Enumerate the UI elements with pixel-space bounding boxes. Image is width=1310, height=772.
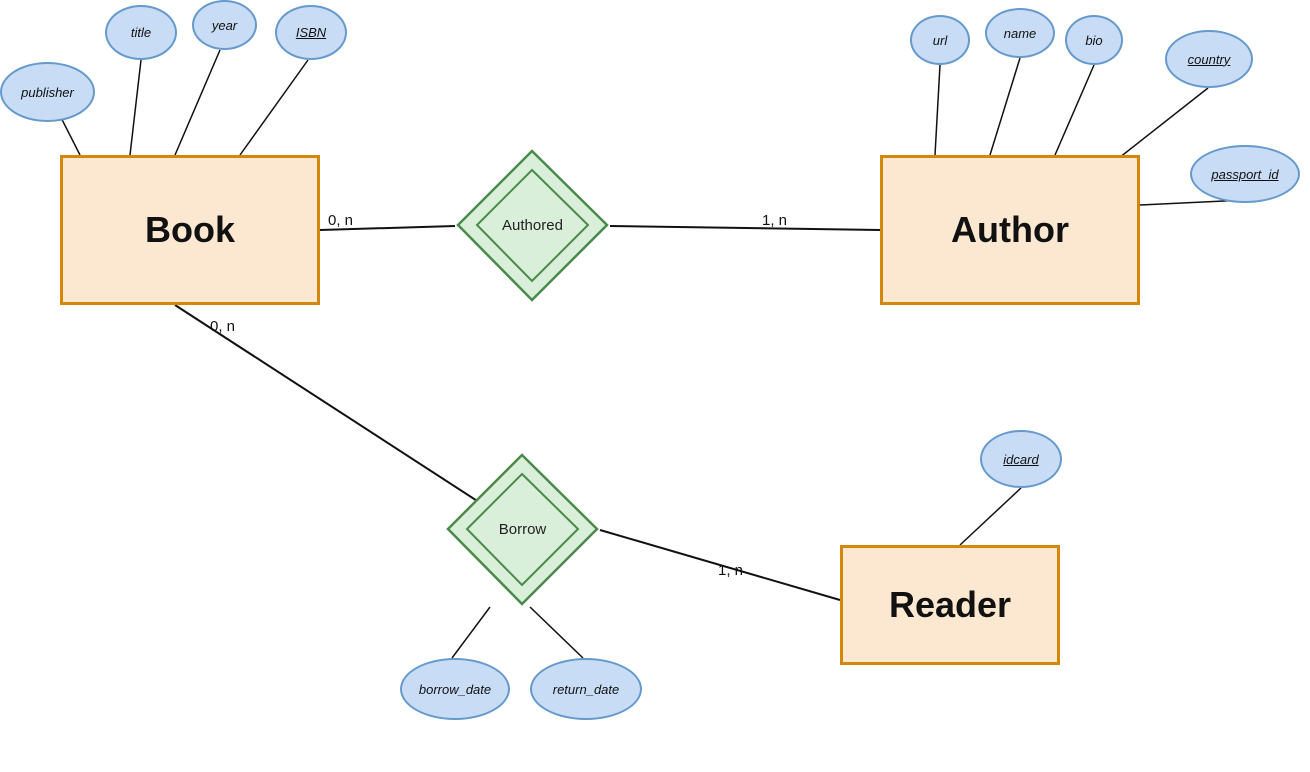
- entity-author: Author: [880, 155, 1140, 305]
- attribute-publisher: publisher: [0, 62, 95, 122]
- attribute-name: name: [985, 8, 1055, 58]
- cardinality-borrow-reader: 1, n: [718, 562, 743, 579]
- attribute-return-date: return_date: [530, 658, 642, 720]
- attribute-country: country: [1165, 30, 1253, 88]
- attribute-isbn: ISBN: [275, 5, 347, 60]
- attribute-year: year: [192, 0, 257, 50]
- relationship-authored: Authored: [455, 148, 610, 303]
- attribute-title: title: [105, 5, 177, 60]
- attribute-idcard: idcard: [980, 430, 1062, 488]
- cardinality-book-authored: 0, n: [328, 212, 353, 229]
- attribute-url: url: [910, 15, 970, 65]
- cardinality-authored-author: 1, n: [762, 212, 787, 229]
- entity-reader: Reader: [840, 545, 1060, 665]
- attribute-borrow-date: borrow_date: [400, 658, 510, 720]
- er-diagram: Book Author Reader Authored Borrow publi…: [0, 0, 1310, 772]
- connector-lines: [0, 0, 1310, 772]
- attribute-bio: bio: [1065, 15, 1123, 65]
- entity-book: Book: [60, 155, 320, 305]
- attribute-passport-id: passport_id: [1190, 145, 1300, 203]
- cardinality-book-borrow: 0, n: [210, 318, 235, 335]
- relationship-borrow: Borrow: [445, 452, 600, 607]
